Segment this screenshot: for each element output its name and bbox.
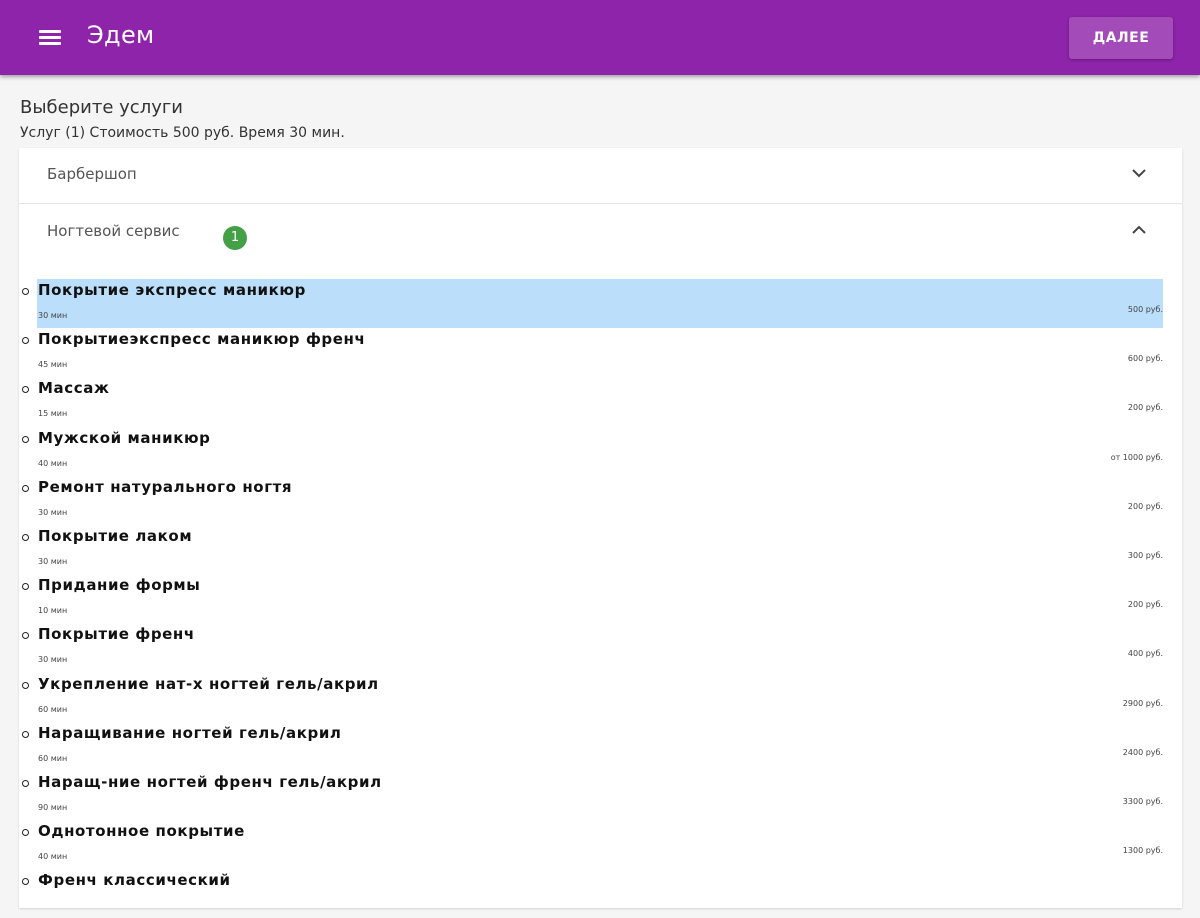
service-price: от 1000 руб. [1110,452,1163,462]
service-price: 400 руб. [1127,649,1163,659]
service-item[interactable]: Наращивание ногтей гель/акрил 60 мин 2400 … [19,722,1182,771]
service-name: Придание формы [38,576,201,595]
service-name: Покрытие экспресс маникюр [38,281,306,299]
service-duration: 40 мин [38,458,68,468]
bullet-icon [22,386,29,394]
services-panel: Барбершоп Ногтевой сервис 1 Покрытие экс… [19,148,1182,908]
service-item[interactable]: Покрытие экспресс маникюр 30 мин 500 руб. [19,279,1182,328]
service-duration: 15 мин [38,409,68,419]
service-price: 200 руб. [1127,501,1163,511]
category-label: Ногтевой сервис 1 [47,222,247,250]
service-name: Покрытиеэкспресс маникюр френч [38,330,366,349]
service-price: 2400 руб. [1122,747,1163,757]
service-name: Массаж [38,379,110,398]
service-price: 1300 руб. [1122,846,1163,856]
service-duration: 30 мин [38,311,68,320]
bullet-icon [22,730,29,738]
service-name: Наращивание ногтей гель/акрил [38,723,342,742]
count-badge: 1 [223,226,247,250]
service-item[interactable]: Френч классический [19,869,1182,918]
service-price: 200 руб. [1127,600,1163,610]
page-heading: Выберите услуги [20,97,184,118]
bullet-icon [22,337,29,345]
service-row-highlight [37,525,1163,574]
bullet-icon [22,632,29,640]
service-price: 600 руб. [1127,354,1163,364]
service-duration: 30 мин [38,556,68,566]
service-duration: 30 мин [38,655,68,665]
bullet-icon [22,681,29,689]
bullet-icon [22,288,29,295]
bullet-icon [22,583,29,591]
category-label-text: Ногтевой сервис [47,222,180,240]
service-name: Ремонт натурального ногтя [38,477,293,496]
bullet-icon [22,878,29,886]
service-price: 500 руб. [1127,305,1163,314]
service-duration: 30 мин [38,507,68,517]
service-list: Покрытие экспресс маникюр 30 мин 500 руб. П… [19,279,1182,918]
selection-summary: Услуг (1) Стоимость 500 руб. Время 30 ми… [20,125,345,141]
service-duration: 60 мин [38,704,68,714]
category-label: Барбершоп [47,165,137,183]
bullet-icon [22,829,29,837]
service-item[interactable]: Массаж 15 мин 200 руб. [19,377,1182,426]
service-price: 300 руб. [1127,550,1163,560]
app-title: Эдем [87,21,155,49]
bullet-icon [22,533,29,541]
service-name: Укрепление нат-х ногтей гель/акрил [38,674,379,693]
service-duration: 10 мин [38,606,68,616]
service-row-highlight [37,574,1163,623]
service-name: Покрытие лаком [38,526,193,545]
service-duration: 40 мин [38,852,68,862]
service-name: Однотонное покрытие [38,822,245,841]
service-price: 2900 руб. [1122,698,1163,708]
bullet-icon [22,779,29,787]
service-item[interactable]: Ремонт натурального ногтя 30 мин 200 руб. [19,476,1182,525]
bullet-icon [22,435,29,443]
service-item[interactable]: Однотонное покрытие 40 мин 1300 руб. [19,820,1182,869]
service-item[interactable]: Покрытие лаком 30 мин 300 руб. [19,525,1182,574]
chevron-down-icon [1132,169,1146,178]
service-item[interactable]: Придание формы 10 мин 200 руб. [19,574,1182,623]
service-row-highlight [37,623,1163,672]
chevron-up-icon [1132,225,1146,234]
service-item[interactable]: Покрытиеэкспресс маникюр френч 45 мин 600 … [19,328,1182,377]
service-name: Покрытие френч [38,625,195,644]
next-button[interactable]: ДАЛЕЕ [1069,17,1173,59]
menu-icon[interactable] [30,20,68,56]
service-duration: 90 мин [38,802,68,812]
bullet-icon [22,484,29,492]
service-name: Френч классический [38,871,231,890]
service-duration: 60 мин [38,753,68,763]
service-item[interactable]: Покрытие френч 30 мин 400 руб. [19,623,1182,672]
service-price: 200 руб. [1127,403,1163,413]
service-name: Наращ-ние ногтей френч гель/акрил [38,772,382,791]
app-bar: Эдем ДАЛЕЕ [0,0,1200,75]
category-header-nail-service[interactable]: Ногтевой сервис 1 [19,205,1182,260]
service-item[interactable]: Мужской маникюр 40 мин от 1000 руб. [19,427,1182,476]
service-name: Мужской маникюр [38,428,211,447]
category-header-barbershop[interactable]: Барбершоп [19,148,1182,204]
service-row-highlight [37,377,1163,426]
service-duration: 45 мин [38,360,68,370]
service-item[interactable]: Наращ-ние ногтей френч гель/акрил 90 мин 3… [19,771,1182,820]
service-item[interactable]: Укрепление нат-х ногтей гель/акрил 60 мин… [19,673,1182,722]
service-price: 3300 руб. [1122,796,1163,806]
